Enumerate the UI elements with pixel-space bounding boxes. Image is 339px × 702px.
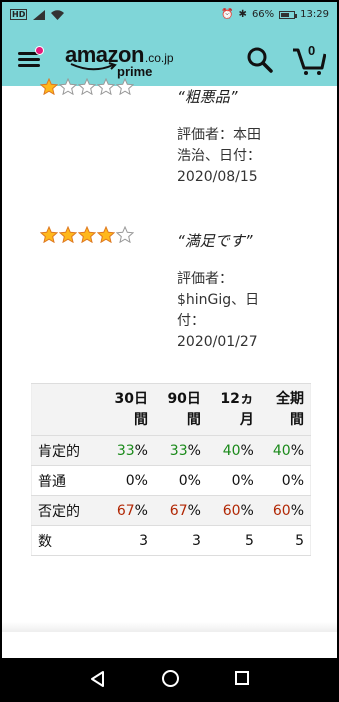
menu-button[interactable]: [18, 46, 44, 68]
section-divider: [2, 622, 337, 632]
clock: 13:29: [300, 9, 329, 20]
status-bar: HD ⏰ ✱ 66% 13:29: [2, 2, 337, 30]
star-rating: [40, 226, 134, 243]
review-title: “満足です”: [177, 232, 253, 250]
cart-count: 0: [308, 43, 316, 58]
table-header-row: 30日間 90日間 12ヵ月 全期間: [31, 383, 311, 436]
star-filled-icon: [40, 78, 58, 95]
review-meta: 評価者：本田 浩治、日付： 2020/08/15: [177, 125, 297, 188]
review-meta-line: 浩治、日付：: [177, 148, 261, 164]
system-nav-bar: [2, 658, 337, 700]
sentiment-stats-table: 30日間 90日間 12ヵ月 全期間 肯定的 33% 33% 40% 40% 普…: [31, 383, 311, 556]
review-meta-line: 付：: [177, 313, 205, 329]
column-header: 12ヵ月: [206, 383, 260, 436]
table-cell: 0%: [153, 465, 207, 496]
table-cell: 3: [101, 525, 154, 556]
review-meta: 評価者： $hinGig、日 付： 2020/01/27: [177, 269, 297, 353]
logo-prime: prime: [117, 64, 153, 79]
screen: HD ⏰ ✱ 66% 13:29 amazon.co.jp prime 0 “粗…: [2, 2, 337, 700]
table-row: 肯定的 33% 33% 40% 40%: [31, 435, 311, 466]
table-cell: 60%: [206, 495, 260, 526]
table-cell: 0%: [206, 465, 260, 496]
cart-button[interactable]: 0: [292, 43, 327, 76]
nav-home-icon[interactable]: [162, 670, 179, 687]
table-cell: 5: [206, 525, 260, 556]
star-filled-icon: [59, 226, 77, 243]
review-meta-line: 評価者：本田: [177, 127, 261, 143]
star-empty-icon: [116, 78, 134, 95]
row-label: 数: [31, 525, 102, 556]
signal-icon: [33, 9, 46, 20]
table-cell: 40%: [206, 435, 260, 466]
table-row: 否定的 67% 67% 60% 60%: [31, 495, 311, 526]
star-filled-icon: [78, 226, 96, 243]
table-cell: 60%: [259, 495, 311, 526]
review-meta-line: $hinGig、日: [177, 292, 260, 308]
star-rating: [40, 78, 134, 95]
column-header: 90日間: [153, 383, 207, 436]
table-corner-cell: [31, 383, 102, 436]
table-cell: 33%: [101, 435, 154, 466]
table-cell: 5: [259, 525, 311, 556]
battery-fill: [281, 12, 290, 17]
table-row: 数 3 3 5 5: [31, 525, 311, 556]
review-title: “粗悪品”: [177, 88, 238, 106]
row-label: 否定的: [31, 495, 102, 526]
column-header: 全期間: [259, 383, 311, 436]
review-meta-line: 評価者：: [177, 271, 233, 287]
search-button[interactable]: [246, 46, 274, 74]
menu-icon-bar-middle: [18, 58, 40, 61]
table-row: 普通 0% 0% 0% 0%: [31, 465, 311, 496]
table-cell: 67%: [153, 495, 207, 526]
table-cell: 33%: [153, 435, 207, 466]
nav-back-icon[interactable]: [90, 671, 106, 687]
bluetooth-icon: ✱: [238, 9, 247, 20]
row-label: 肯定的: [31, 435, 102, 466]
table-cell: 40%: [259, 435, 311, 466]
star-filled-icon: [97, 226, 115, 243]
column-header: 30日間: [101, 383, 154, 436]
smile-arrow-icon: [70, 62, 117, 71]
wifi-icon: [51, 9, 65, 20]
table-cell: 0%: [101, 465, 154, 496]
logo-domain: .co.jp: [144, 51, 174, 65]
star-empty-icon: [97, 78, 115, 95]
row-label: 普通: [31, 465, 102, 496]
search-icon: [247, 47, 273, 73]
table-cell: 0%: [259, 465, 311, 496]
review-meta-line: 2020/08/15: [177, 169, 258, 185]
star-filled-icon: [40, 226, 58, 243]
star-empty-icon: [59, 78, 77, 95]
star-empty-icon: [78, 78, 96, 95]
menu-icon-bar-bottom: [18, 64, 40, 67]
amazon-prime-logo[interactable]: amazon.co.jp prime: [65, 42, 195, 79]
star-empty-icon: [116, 226, 134, 243]
alarm-icon: ⏰: [221, 9, 234, 20]
battery-percent: 66%: [251, 9, 275, 20]
notification-dot: [35, 46, 44, 55]
nav-recent-icon[interactable]: [235, 671, 249, 685]
table-cell: 3: [153, 525, 207, 556]
table-cell: 67%: [101, 495, 154, 526]
hd-badge: HD: [10, 9, 28, 20]
battery-icon: [279, 10, 298, 19]
review-meta-line: 2020/01/27: [177, 334, 258, 350]
